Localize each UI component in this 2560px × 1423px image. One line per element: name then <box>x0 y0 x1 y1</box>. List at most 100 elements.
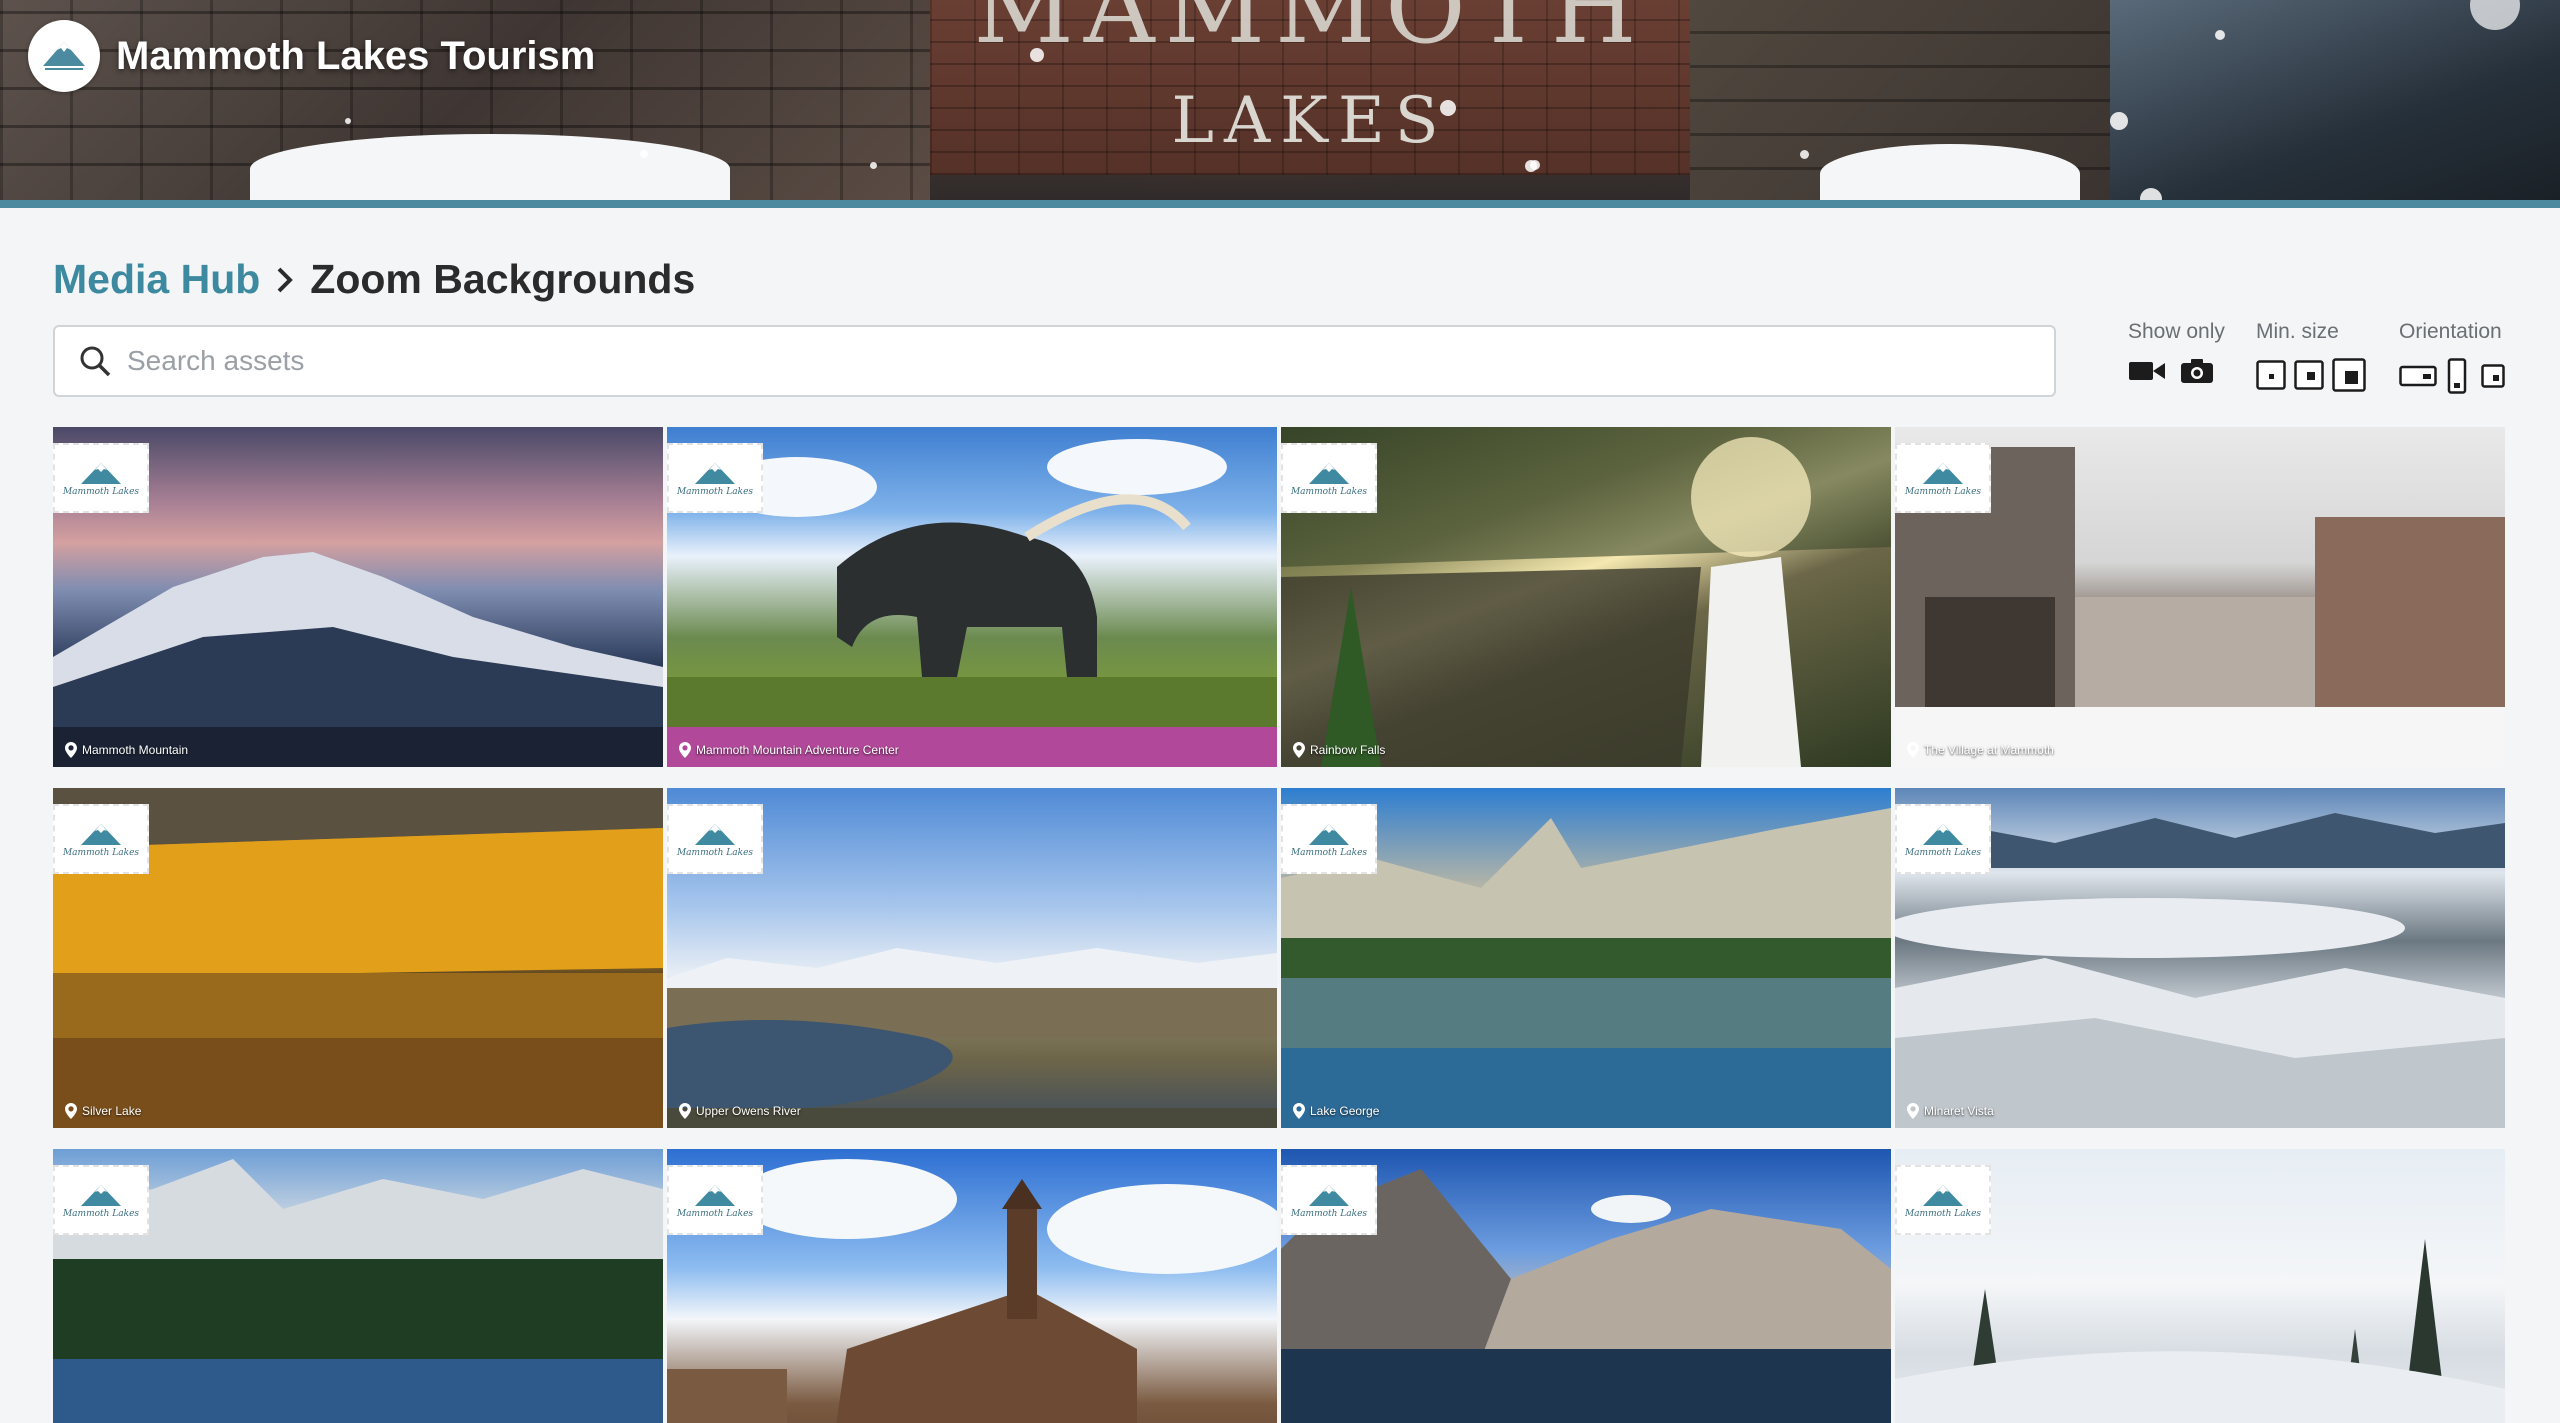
location-pin-icon <box>1293 742 1305 758</box>
asset-location-label: Mammoth Mountain Adventure Center <box>696 743 899 757</box>
snowflake <box>2215 30 2225 40</box>
banner-trees <box>2110 0 2560 204</box>
asset-location: The Village at Mammoth <box>1907 742 2054 758</box>
snowflake <box>1800 150 1809 159</box>
mountain-icon <box>695 1184 735 1206</box>
brand[interactable]: Mammoth Lakes Tourism <box>28 20 595 92</box>
mammoth-lakes-stamp: Mammoth Lakes <box>53 443 149 513</box>
size-large-icon[interactable] <box>2332 358 2366 392</box>
asset-location: Rainbow Falls <box>1293 742 1385 758</box>
snowflake <box>640 150 648 158</box>
header-accent-bar <box>0 200 2560 208</box>
mammoth-lakes-stamp: Mammoth Lakes <box>667 1165 763 1235</box>
asset-tile[interactable]: Mammoth Lakes Upper Owens River <box>667 788 1277 1128</box>
asset-location-label: The Village at Mammoth <box>1924 743 2054 757</box>
stamp-text: Mammoth Lakes <box>676 486 754 497</box>
banner-snow-bank <box>250 134 730 204</box>
video-camera-icon[interactable] <box>2128 359 2166 383</box>
mountain-icon <box>1309 1184 1349 1206</box>
asset-location-label: Lake George <box>1310 1104 1380 1118</box>
page-title: Zoom Backgrounds <box>310 256 696 302</box>
brand-logo[interactable] <box>28 20 100 92</box>
mountain-icon <box>695 462 735 484</box>
portrait-icon[interactable] <box>2447 358 2467 394</box>
asset-tile[interactable]: Mammoth Lakes <box>53 1149 663 1423</box>
mammoth-lakes-stamp: Mammoth Lakes <box>1895 804 1991 874</box>
location-pin-icon <box>679 1103 691 1119</box>
location-pin-icon <box>679 742 691 758</box>
location-pin-icon <box>65 1103 77 1119</box>
asset-tile[interactable]: Mammoth Lakes <box>1281 1149 1891 1423</box>
asset-tile[interactable]: Mammoth Lakes The Village at Mammoth <box>1895 427 2505 767</box>
asset-location-label: Upper Owens River <box>696 1104 801 1118</box>
snowflake <box>1525 160 1537 172</box>
stamp-text: Mammoth Lakes <box>1904 486 1982 497</box>
mammoth-lakes-stamp: Mammoth Lakes <box>1281 804 1377 874</box>
asset-location: Mammoth Mountain Adventure Center <box>679 742 899 758</box>
stamp-text: Mammoth Lakes <box>1904 847 1982 858</box>
asset-tile[interactable]: Mammoth Lakes Lake George <box>1281 788 1891 1128</box>
mammoth-lakes-stamp: Mammoth Lakes <box>1281 1165 1377 1235</box>
stamp-text: Mammoth Lakes <box>676 1208 754 1219</box>
location-pin-icon <box>65 742 77 758</box>
asset-tile[interactable]: Mammoth Lakes Minaret Vista <box>1895 788 2505 1128</box>
asset-tile[interactable]: Mammoth Lakes Rainbow Falls <box>1281 427 1891 767</box>
filter-min-size: Min. size <box>2256 320 2366 392</box>
asset-location: Upper Owens River <box>679 1103 801 1119</box>
asset-location: Silver Lake <box>65 1103 141 1119</box>
location-pin-icon <box>1907 742 1919 758</box>
mammoth-lakes-stamp: Mammoth Lakes <box>667 443 763 513</box>
location-pin-icon <box>1907 1103 1919 1119</box>
filter-orientation: Orientation <box>2399 320 2505 394</box>
filter-label: Show only <box>2128 320 2225 343</box>
snowflake <box>1440 100 1456 116</box>
landscape-icon[interactable] <box>2399 364 2437 388</box>
size-small-icon[interactable] <box>2256 360 2286 390</box>
stamp-text: Mammoth Lakes <box>1290 486 1368 497</box>
square-icon[interactable] <box>2481 364 2505 388</box>
mountain-icon <box>695 823 735 845</box>
mountain-icon <box>1309 823 1349 845</box>
stamp-text: Mammoth Lakes <box>676 847 754 858</box>
asset-location-label: Rainbow Falls <box>1310 743 1386 757</box>
mammoth-lakes-stamp: Mammoth Lakes <box>53 1165 149 1235</box>
location-pin-icon <box>1293 1103 1305 1119</box>
snowflake <box>2110 112 2128 130</box>
photo-camera-icon[interactable] <box>2180 358 2214 384</box>
chevron-right-icon <box>274 265 296 295</box>
brand-title[interactable]: Mammoth Lakes Tourism <box>116 34 595 79</box>
asset-tile[interactable]: Mammoth Lakes Silver Lake <box>53 788 663 1128</box>
search-input[interactable] <box>127 345 2027 377</box>
mountain-icon <box>1309 462 1349 484</box>
stamp-text: Mammoth Lakes <box>62 847 140 858</box>
asset-grid: Mammoth Lakes Mammoth Mountain Mammoth L… <box>53 427 2507 1423</box>
stamp-text: Mammoth Lakes <box>1290 847 1368 858</box>
asset-location-label: Mammoth Mountain <box>82 743 189 757</box>
asset-location: Minaret Vista <box>1907 1103 1994 1119</box>
stamp-text: Mammoth Lakes <box>1904 1208 1982 1219</box>
asset-location: Mammoth Mountain <box>65 742 188 758</box>
asset-location: Lake George <box>1293 1103 1379 1119</box>
asset-tile[interactable]: Mammoth Lakes <box>667 1149 1277 1423</box>
mammoth-lakes-stamp: Mammoth Lakes <box>1895 1165 1991 1235</box>
asset-tile[interactable]: Mammoth Lakes Mammoth Mountain Adventure… <box>667 427 1277 767</box>
mountain-icon <box>81 823 121 845</box>
asset-tile[interactable]: Mammoth Lakes Mammoth Mountain <box>53 427 663 767</box>
filter-label: Orientation <box>2399 320 2502 343</box>
filter-show-only: Show only <box>2128 320 2225 384</box>
mountain-icon <box>81 1184 121 1206</box>
asset-tile[interactable]: Mammoth Lakes <box>1895 1149 2505 1423</box>
size-medium-icon[interactable] <box>2294 360 2324 390</box>
breadcrumb-media-hub-link[interactable]: Media Hub <box>53 256 260 303</box>
search-box[interactable] <box>53 325 2056 397</box>
mammoth-lakes-stamp: Mammoth Lakes <box>1895 443 1991 513</box>
mammoth-lakes-stamp: Mammoth Lakes <box>667 804 763 874</box>
search-icon <box>77 343 113 379</box>
asset-location-label: Silver Lake <box>82 1104 142 1118</box>
banner-snow-bank <box>1820 144 2080 204</box>
banner-sign-bottom-text: LAKES <box>1171 84 1449 158</box>
snowflake <box>1030 48 1044 62</box>
mountain-icon <box>81 462 121 484</box>
stamp-text: Mammoth Lakes <box>62 486 140 497</box>
snowflake <box>345 118 351 124</box>
